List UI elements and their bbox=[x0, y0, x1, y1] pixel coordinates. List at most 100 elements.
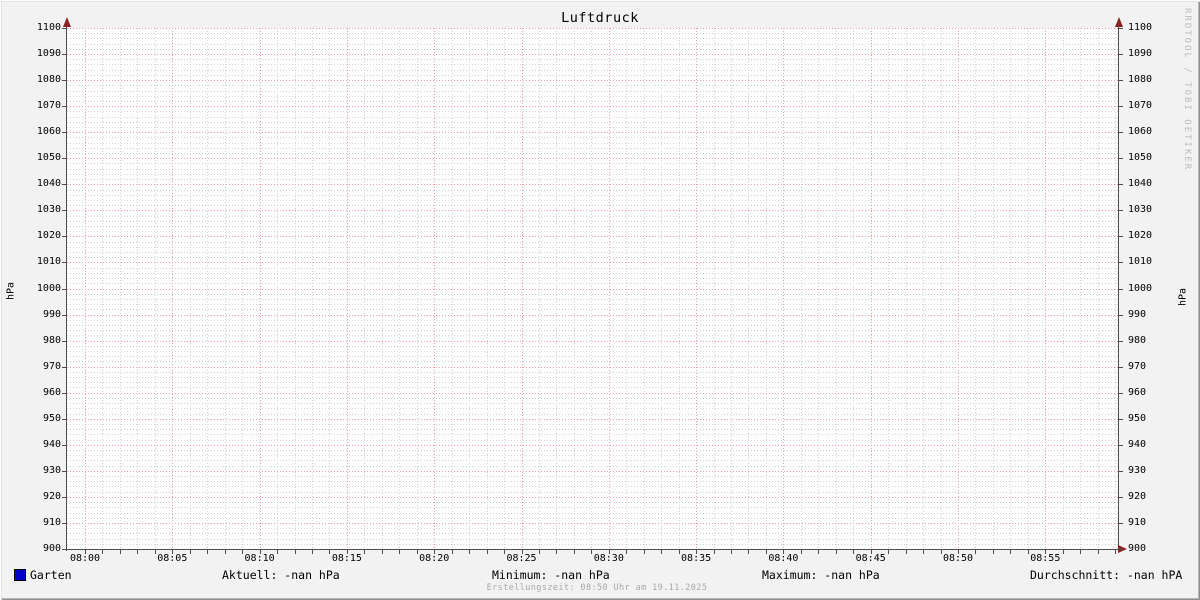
watermark-text: RRDTOOL / TOBI OETIKER bbox=[1182, 8, 1192, 172]
y-tick-label: 900 bbox=[42, 543, 61, 554]
y-tick-label: 1030 bbox=[1128, 204, 1153, 216]
y-tick-label: 960 bbox=[1128, 386, 1147, 398]
x-axis-tick bbox=[940, 550, 942, 554]
x-tick-label: 08:00 bbox=[69, 553, 101, 564]
y-axis-tick bbox=[62, 132, 66, 134]
y-tick-label: 1040 bbox=[36, 178, 61, 190]
grid-line-vertical bbox=[172, 28, 174, 549]
x-axis-tick bbox=[905, 550, 907, 554]
x-axis-tick bbox=[399, 550, 401, 554]
y-axis-tick bbox=[1119, 496, 1123, 498]
y-tick-label: 1000 bbox=[36, 282, 61, 294]
grid-line-vertical bbox=[85, 28, 86, 549]
x-axis-tick bbox=[713, 550, 715, 554]
y-tick-label: 910 bbox=[1128, 516, 1147, 528]
x-axis-tick bbox=[277, 550, 279, 554]
y-tick-label: 950 bbox=[1128, 412, 1147, 424]
y-tick-label: 1050 bbox=[36, 152, 61, 164]
x-tick-label: 08:30 bbox=[593, 553, 624, 564]
creation-time-text: Erstellungszeit: 08:50 Uhr am 19.11.2025 bbox=[486, 583, 708, 593]
y-tick-label: 1040 bbox=[1128, 178, 1153, 190]
x-axis-tick bbox=[364, 550, 366, 554]
y-axis-tick bbox=[1119, 522, 1123, 524]
x-axis-tick bbox=[1097, 550, 1099, 554]
x-axis-tick bbox=[678, 550, 680, 554]
y-axis-tick bbox=[62, 366, 66, 368]
x-axis-tick bbox=[154, 550, 156, 554]
y-axis-tick bbox=[62, 236, 66, 238]
x-axis-tick bbox=[765, 550, 767, 554]
y-axis-tick bbox=[62, 340, 66, 342]
y-tick-label: 920 bbox=[42, 490, 61, 502]
x-tick-label: 08:55 bbox=[1030, 553, 1061, 564]
y-tick-label: 1100 bbox=[1128, 22, 1153, 33]
x-axis-tick bbox=[1027, 550, 1029, 554]
y-axis-tick bbox=[62, 314, 66, 316]
x-axis-tick bbox=[119, 550, 121, 554]
y-tick-label: 910 bbox=[42, 516, 61, 528]
series-label: Garten bbox=[30, 568, 72, 582]
grid-line-horizontal bbox=[67, 262, 1118, 264]
x-axis-tick bbox=[573, 550, 575, 554]
y-tick-label: 1020 bbox=[36, 230, 61, 242]
y-tick-label: 1090 bbox=[1128, 48, 1153, 60]
grid-line-vertical bbox=[346, 28, 348, 549]
y-axis-tick bbox=[1119, 262, 1123, 264]
y-axis-left bbox=[66, 20, 67, 551]
x-axis-tick bbox=[469, 550, 471, 554]
series-color-swatch bbox=[14, 569, 26, 581]
grid-line-vertical bbox=[259, 28, 261, 549]
x-axis-tick bbox=[381, 550, 383, 554]
stat-maximum: Maximum: -nan hPa bbox=[762, 568, 880, 582]
plot-area bbox=[67, 28, 1118, 550]
x-axis-tick bbox=[975, 550, 977, 554]
x-axis-tick bbox=[643, 550, 645, 554]
y-axis-tick bbox=[1119, 366, 1123, 368]
x-axis-tick bbox=[661, 550, 663, 554]
y-axis-tick bbox=[62, 444, 66, 446]
y-tick-label: 970 bbox=[42, 360, 61, 372]
y-tick-label: 1060 bbox=[36, 126, 61, 138]
y-axis-tick bbox=[62, 392, 66, 394]
x-tick-label: 08:35 bbox=[681, 553, 712, 564]
y-tick-label: 1020 bbox=[1128, 230, 1153, 242]
grid-line-horizontal bbox=[67, 106, 1118, 108]
y-axis-tick bbox=[1119, 28, 1123, 29]
grid-line-horizontal bbox=[67, 184, 1118, 186]
rrdtool-graph: Luftdruck RRDTOOL / TOBI OETIKER hPa hPa… bbox=[0, 0, 1200, 600]
y-axis-tick bbox=[1119, 158, 1123, 160]
y-axis-tick bbox=[1119, 236, 1123, 238]
y-axis-tick bbox=[1119, 340, 1123, 342]
y-axis-left-arrow-icon bbox=[63, 17, 71, 27]
x-axis-tick bbox=[853, 550, 855, 554]
y-tick-label: 1070 bbox=[1128, 100, 1153, 112]
grid-line-vertical bbox=[608, 28, 610, 549]
grid-line-vertical bbox=[1045, 28, 1047, 549]
y-axis-right-arrow-icon bbox=[1115, 17, 1123, 27]
grid-line-horizontal bbox=[67, 132, 1118, 134]
grid-line-horizontal bbox=[67, 470, 1118, 472]
y-axis-tick bbox=[1119, 106, 1123, 108]
grid-line-vertical bbox=[521, 28, 523, 549]
grid-line-horizontal bbox=[67, 496, 1118, 498]
y-axis-tick bbox=[1119, 314, 1123, 316]
y-axis-tick bbox=[62, 28, 66, 29]
x-tick-label: 08:25 bbox=[506, 553, 537, 564]
y-axis-tick bbox=[62, 496, 66, 498]
y-axis-tick bbox=[1119, 392, 1123, 394]
y-axis-tick bbox=[62, 288, 66, 290]
x-axis-tick bbox=[888, 550, 890, 554]
x-tick-label: 08:50 bbox=[942, 553, 974, 564]
grid-line-vertical bbox=[870, 28, 872, 549]
x-axis-tick bbox=[591, 550, 593, 554]
y-axis-tick bbox=[1119, 470, 1123, 472]
y-tick-label: 930 bbox=[42, 464, 61, 476]
y-tick-label: 980 bbox=[1128, 334, 1147, 346]
grid-line-horizontal bbox=[67, 366, 1118, 368]
x-tick-label: 08:10 bbox=[244, 553, 275, 564]
y-axis-tick bbox=[62, 549, 66, 550]
y-tick-label: 1060 bbox=[1128, 126, 1153, 138]
y-tick-label: 990 bbox=[42, 308, 61, 320]
grid-line-horizontal bbox=[67, 418, 1118, 420]
y-axis-tick bbox=[1119, 444, 1123, 446]
